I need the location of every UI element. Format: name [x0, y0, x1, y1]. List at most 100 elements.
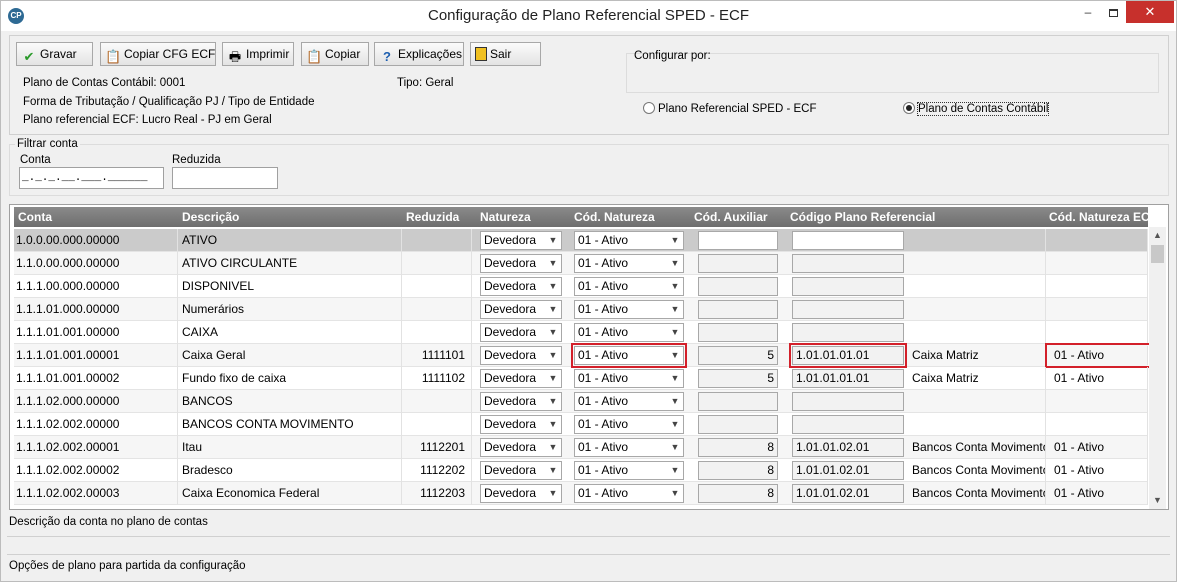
cod-auxiliar-cell[interactable] [698, 254, 778, 273]
codigo-referencial-cell[interactable]: 1.01.01.02.01 [792, 461, 904, 480]
scroll-down-icon[interactable]: ▼ [1149, 492, 1166, 509]
natureza-select[interactable]: Devedora ▼ [480, 300, 562, 319]
codigo-referencial-cell[interactable]: 1.01.01.02.01 [792, 484, 904, 503]
gravar-button[interactable]: ✔ Gravar [16, 42, 93, 66]
cod-auxiliar-cell[interactable] [698, 415, 778, 434]
reduzida-cell [402, 275, 472, 298]
cod-natureza-select[interactable]: 01 - Ativo ▼ [574, 277, 684, 296]
codigo-referencial-cell[interactable] [792, 392, 904, 411]
cod-natureza-select[interactable]: 01 - Ativo ▼ [574, 415, 684, 434]
cod-auxiliar-cell[interactable] [698, 323, 778, 342]
table-row[interactable]: 1.1.1.02.002.00001 Itau 1112201 Devedora ▼ 01… [14, 436, 1148, 459]
cod-natureza-ecf-cell[interactable] [1048, 229, 1148, 252]
close-button[interactable]: ✕ [1126, 1, 1174, 23]
copiar-button[interactable]: 📋 Copiar [301, 42, 369, 66]
scroll-thumb[interactable] [1151, 245, 1164, 263]
table-row[interactable]: 1.1.1.02.000.00000 BANCOS Devedora ▼ 01 - At… [14, 390, 1148, 413]
header-descricao[interactable]: Descrição [182, 207, 239, 227]
codigo-referencial-cell[interactable] [792, 415, 904, 434]
cod-natureza-select[interactable]: 01 - Ativo ▼ [574, 323, 684, 342]
header-codigo-plano-referencial[interactable]: Código Plano Referencial [790, 207, 935, 227]
codigo-referencial-cell[interactable] [792, 231, 904, 250]
cod-natureza-ecf-cell[interactable] [1048, 390, 1148, 413]
header-cod-natureza[interactable]: Cód. Natureza [574, 207, 655, 227]
cod-natureza-select[interactable]: 01 - Ativo ▼ [574, 254, 684, 273]
radio-plano-referencial-sped[interactable]: Plano Referencial SPED - ECF [643, 102, 817, 115]
cod-natureza-select[interactable]: 01 - Ativo ▼ [574, 392, 684, 411]
cod-natureza-select[interactable]: 01 - Ativo ▼ [574, 300, 684, 319]
plano-contas-info: Plano de Contas Contábil: 0001 [23, 77, 186, 89]
cod-natureza-ecf-cell[interactable] [1048, 321, 1148, 344]
cod-natureza-select[interactable]: 01 - Ativo ▼ [574, 369, 684, 388]
cod-natureza-select[interactable]: 01 - Ativo ▼ [574, 461, 684, 480]
maximize-button[interactable] [1098, 1, 1128, 23]
cod-natureza-ecf-cell[interactable]: 01 - Ativo [1048, 459, 1148, 482]
cod-auxiliar-cell[interactable] [698, 392, 778, 411]
referencial-descricao-cell [910, 298, 1046, 321]
table-row[interactable]: 1.1.1.01.001.00000 CAIXA Devedora ▼ 01 - Ati… [14, 321, 1148, 344]
natureza-select[interactable]: Devedora ▼ [480, 438, 562, 457]
radio-plano-contas-contabil[interactable]: Plano de Contas Contábil [903, 102, 1050, 116]
cod-natureza-ecf-cell[interactable] [1048, 298, 1148, 321]
natureza-select[interactable]: Devedora ▼ [480, 415, 562, 434]
table-row[interactable]: 1.1.1.01.001.00001 Caixa Geral 1111101 Deve… [14, 343, 1151, 368]
header-cod-auxiliar[interactable]: Cód. Auxiliar [694, 207, 768, 227]
cod-natureza-ecf-cell[interactable]: 01 - Ativo [1048, 482, 1148, 505]
cod-natureza-ecf-cell[interactable] [1048, 275, 1148, 298]
natureza-select[interactable]: Devedora ▼ [480, 369, 562, 388]
cod-natureza-ecf-cell[interactable] [1048, 413, 1148, 436]
natureza-select[interactable]: Devedora ▼ [480, 277, 562, 296]
codigo-referencial-cell[interactable] [792, 300, 904, 319]
header-reduzida[interactable]: Reduzida [406, 207, 459, 227]
table-row[interactable]: 1.1.1.02.002.00000 BANCOS CONTA MOVIMENTO… [14, 413, 1148, 436]
table-row[interactable]: 1.0.0.00.000.00000 ATIVO Devedora ▼ 01 - Ati… [14, 229, 1148, 252]
table-row[interactable]: 1.1.1.02.002.00003 Caixa Economica Federa… [14, 482, 1148, 505]
natureza-select[interactable]: Devedora ▼ [480, 484, 562, 503]
natureza-select[interactable]: Devedora ▼ [480, 461, 562, 480]
header-natureza[interactable]: Natureza [480, 207, 531, 227]
codigo-referencial-cell[interactable]: 1.01.01.01.01 [789, 343, 907, 368]
header-conta[interactable]: Conta [18, 207, 52, 227]
grid-scrollbar[interactable]: ▲ ▼ [1149, 227, 1166, 509]
scroll-up-icon[interactable]: ▲ [1149, 227, 1166, 244]
cod-auxiliar-cell[interactable]: 8 [698, 484, 778, 503]
natureza-select[interactable]: Devedora ▼ [480, 231, 562, 250]
cod-natureza-select[interactable]: 01 - Ativo ▼ [571, 343, 687, 368]
cod-auxiliar-cell[interactable]: 8 [698, 461, 778, 480]
cod-auxiliar-cell[interactable] [698, 231, 778, 250]
natureza-select[interactable]: Devedora ▼ [480, 323, 562, 342]
cod-natureza-ecf-cell[interactable] [1048, 252, 1148, 275]
header-cod-natureza-ecf[interactable]: Cód. Natureza ECF [1049, 207, 1157, 227]
cod-natureza-ecf-cell[interactable]: 01 - Ativo [1048, 436, 1148, 459]
sair-button[interactable]: Sair [470, 42, 541, 66]
natureza-select[interactable]: Devedora ▼ [480, 346, 562, 365]
cod-auxiliar-cell[interactable]: 5 [698, 346, 778, 365]
table-row[interactable]: 1.1.1.01.000.00000 Numerários Devedora ▼ 01 … [14, 298, 1148, 321]
table-row[interactable]: 1.1.1.01.001.00002 Fundo fixo de caixa 111… [14, 367, 1148, 390]
cod-natureza-select[interactable]: 01 - Ativo ▼ [574, 231, 684, 250]
table-row[interactable]: 1.1.0.00.000.00000 ATIVO CIRCULANTE Devedo… [14, 252, 1148, 275]
conta-input[interactable]: _._._.__.___.______ [19, 167, 164, 189]
codigo-referencial-cell[interactable] [792, 254, 904, 273]
table-row[interactable]: 1.1.1.02.002.00002 Bradesco 1112202 Devedor… [14, 459, 1148, 482]
reduzida-input[interactable] [172, 167, 278, 189]
table-row[interactable]: 1.1.1.00.000.00000 DISPONIVEL Devedora ▼ 01 … [14, 275, 1148, 298]
copiar-cfg-ecf-button[interactable]: 📋 Copiar CFG ECF [100, 42, 216, 66]
cod-auxiliar-cell[interactable] [698, 277, 778, 296]
explicacoes-button[interactable]: ? Explicações [374, 42, 464, 66]
codigo-referencial-cell[interactable] [792, 323, 904, 342]
codigo-referencial-cell[interactable] [792, 277, 904, 296]
codigo-referencial-cell[interactable]: 1.01.01.02.01 [792, 438, 904, 457]
cod-natureza-ecf-cell[interactable]: 01 - Ativo [1045, 343, 1151, 368]
natureza-select[interactable]: Devedora ▼ [480, 392, 562, 411]
cod-auxiliar-cell[interactable] [698, 300, 778, 319]
cod-auxiliar-cell[interactable]: 8 [698, 438, 778, 457]
cod-natureza-select[interactable]: 01 - Ativo ▼ [574, 438, 684, 457]
cod-natureza-ecf-cell[interactable]: 01 - Ativo [1048, 367, 1148, 390]
natureza-select[interactable]: Devedora ▼ [480, 254, 562, 273]
descricao-cell: ATIVO [178, 229, 402, 252]
imprimir-button[interactable]: 🖶 Imprimir [222, 42, 294, 66]
cod-auxiliar-cell[interactable]: 5 [698, 369, 778, 388]
cod-natureza-select[interactable]: 01 - Ativo ▼ [574, 484, 684, 503]
codigo-referencial-cell[interactable]: 1.01.01.01.01 [792, 369, 904, 388]
